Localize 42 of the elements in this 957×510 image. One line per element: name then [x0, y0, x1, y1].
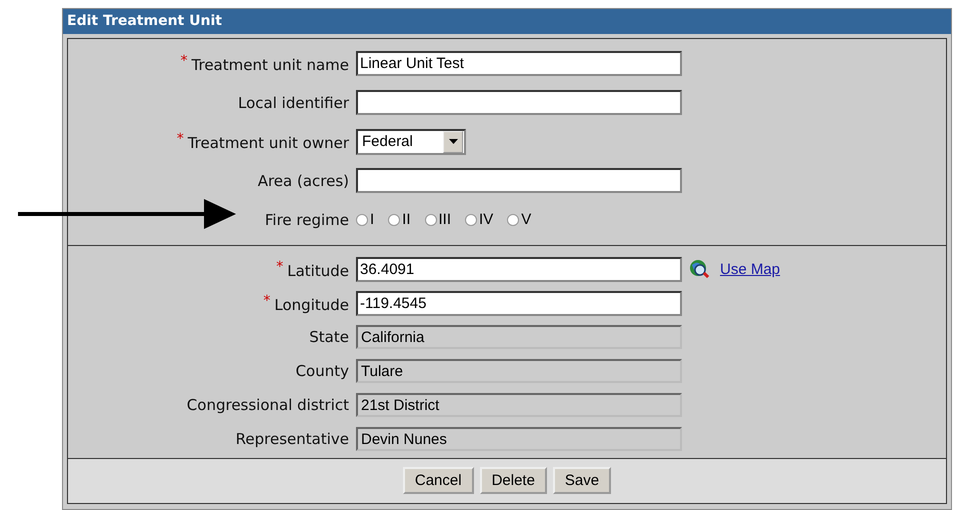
radio-button[interactable]: [388, 214, 400, 226]
caret-icon: [448, 139, 458, 144]
form-button[interactable]: Delete: [480, 467, 547, 494]
owner-dropdown[interactable]: Federal: [356, 128, 466, 154]
field-label: Longitude: [274, 296, 349, 314]
radio-button[interactable]: [465, 214, 478, 226]
field-label: Local identifier: [238, 94, 349, 112]
input-field[interactable]: 36.4091: [356, 256, 682, 282]
field-label: Latitude: [287, 262, 349, 280]
input-field[interactable]: [356, 90, 682, 115]
radio-label: II: [402, 211, 411, 228]
form-button[interactable]: Cancel: [402, 467, 474, 494]
panel-title: Edit Treatment Unit: [63, 9, 951, 34]
required-asterisk: *: [263, 292, 270, 308]
field-label: Fire regime: [264, 210, 349, 228]
readonly-field: Tulare: [356, 359, 682, 383]
globe-magnifier-icon[interactable]: [688, 258, 710, 280]
radio-label: III: [438, 211, 452, 228]
input-field[interactable]: -119.4545: [356, 290, 682, 316]
radio-label: IV: [479, 211, 494, 228]
field-label: Representative: [236, 430, 349, 448]
radio-button[interactable]: [507, 214, 520, 226]
input-field[interactable]: Linear Unit Test: [356, 51, 682, 76]
form-button[interactable]: Save: [552, 467, 612, 494]
required-asterisk: *: [180, 53, 188, 69]
field-label: Treatment unit owner: [188, 134, 349, 152]
field-label: Area (acres): [258, 172, 349, 190]
field-label: Treatment unit name: [192, 56, 349, 74]
readonly-field: California: [356, 325, 682, 349]
field-label: County: [296, 362, 349, 380]
field-label: Congressional district: [186, 396, 349, 414]
field-label: State: [309, 328, 349, 346]
required-asterisk: *: [276, 258, 284, 274]
required-asterisk: *: [176, 131, 184, 147]
input-field[interactable]: [356, 168, 682, 193]
radio-button[interactable]: [424, 214, 437, 226]
radio-label: V: [521, 211, 532, 228]
readonly-field: 21st District: [356, 393, 682, 417]
readonly-field: Devin Nunes: [356, 427, 682, 451]
use-map-link[interactable]: Use Map: [720, 260, 780, 278]
radio-button[interactable]: [356, 214, 368, 226]
radio-label: I: [370, 211, 374, 228]
